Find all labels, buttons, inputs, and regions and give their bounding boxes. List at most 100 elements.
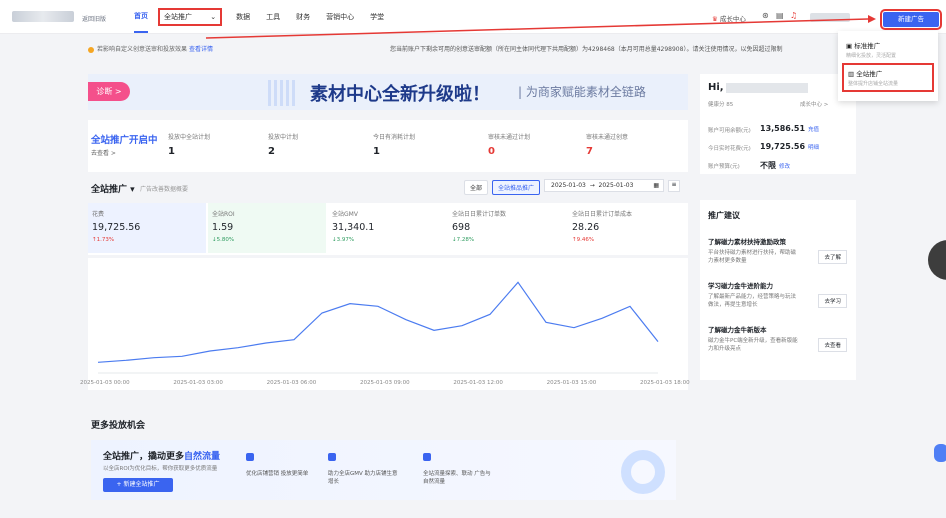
promo-subtitle: 以全店ROI为优化目标，帮你获取更多优质流量: [103, 466, 218, 472]
stat-item[interactable]: 审核未通过创意 7: [586, 132, 628, 157]
stat-value: 2: [268, 146, 275, 157]
diagnose-button[interactable]: 诊断 >: [88, 82, 130, 101]
suggestion-title: 了解磁力素材扶持激励政策: [708, 238, 786, 246]
metric-label: 全站日日累计订单数: [452, 211, 507, 218]
x-tick-label: 2025-01-03 03:00: [173, 380, 223, 386]
stat-item[interactable]: 投放中计划 2: [268, 132, 298, 157]
detail-link[interactable]: 明细: [808, 145, 819, 151]
metric-card[interactable]: 全站日日累计订单数 698 ↓7.28%: [448, 203, 566, 253]
metrics-row: 花费 19,725.56 ↑1.73% 全站ROI 1.59 ↓5.80% 全站GMV 3…: [88, 203, 688, 255]
suggestion-item: 学习磁力金牛进阶能力了解最新产品能力，经营策略与玩法做法，再提生意增长 去学习: [708, 280, 853, 309]
metric-label: 花费: [92, 211, 105, 218]
date-to: 2025-01-03: [598, 182, 634, 189]
menu-label: 全站推广: [856, 70, 883, 78]
metric-value: 28.26: [572, 222, 600, 233]
suggestion-item: 了解磁力金牛新版本 磁力金牛PC端全新升级，查看新版能力和升级亮点 去查看: [708, 324, 853, 353]
metric-label: 全站ROI: [212, 211, 235, 218]
promo-title: 全站推广，撬动更多自然流量: [103, 449, 220, 462]
metric-label: 全站GMV: [332, 211, 358, 218]
banner-title: 素材中心全新升级啦！: [310, 84, 490, 105]
new-ad-dropdown: ▣ 标准推广 精细化投放，灵活配置 ▥ 全站推广 整体提升店铺全站流量: [838, 31, 938, 101]
more-opportunities-title: 更多投放机会: [91, 421, 146, 431]
section-subtitle: 广告改善数据概要: [140, 186, 189, 193]
status-title: 全站推广开启中: [91, 135, 158, 146]
account-card: Hi, 健康分 85 成长中心 > 账户可用余额(元) 13,586.51 充值 …: [700, 74, 856, 174]
filter-group: 全部 全站推品推广: [464, 180, 541, 195]
budget-label: 账户预算(元): [708, 164, 740, 170]
view-button[interactable]: 去查看: [818, 338, 847, 352]
heart-icon: [246, 453, 254, 461]
promo-banner[interactable]: 诊断 > 素材中心全新升级啦！ | 为商家赋能素材全链路: [88, 74, 688, 110]
line-chart: [97, 281, 659, 374]
x-tick-label: 2025-01-03 18:00: [640, 380, 690, 386]
recharge-link[interactable]: 充值: [808, 127, 819, 133]
menu-label: 标准推广: [854, 42, 881, 50]
stat-label: 审核未通过创意: [586, 134, 629, 141]
notice-detail-link[interactable]: 查看详情: [189, 46, 213, 53]
metric-value: 698: [452, 222, 471, 233]
stat-value: 1: [373, 146, 380, 157]
new-full-site-button[interactable]: + 新建全站推广: [103, 478, 173, 492]
stat-value: 1: [168, 146, 175, 157]
feature-item: 优化店铺营销 投放更简单: [246, 453, 316, 477]
notice-text: 若影响自定义创意送审和投放效果: [97, 46, 188, 53]
settings-icon[interactable]: ≡: [668, 180, 680, 192]
date-range-picker[interactable]: 2025-01-03 → 2025-01-03 ▦: [544, 179, 664, 192]
menu-item-full-site[interactable]: ▥ 全站推广 整体提升店铺全站流量: [842, 63, 934, 92]
stat-item[interactable]: 审核未通过计划 0: [488, 132, 530, 157]
flow-icon: [423, 453, 431, 461]
menu-desc: 精细化投放，灵活配置: [846, 53, 897, 59]
metric-card[interactable]: 花费 19,725.56 ↑1.73%: [88, 203, 206, 253]
floating-button[interactable]: [928, 240, 946, 280]
budget-value: 不限 修改: [760, 160, 790, 171]
banner-chart-icon: [268, 80, 298, 106]
stat-item[interactable]: 投放中全站计划 1: [168, 132, 210, 157]
calendar-icon: ▦: [653, 182, 659, 189]
section-title[interactable]: 全站推广 ▾: [91, 182, 135, 195]
balance-value: 13,586.51 充值: [760, 124, 819, 133]
suggestions-title: 推广建议: [708, 211, 740, 220]
filter-all[interactable]: 全部: [464, 180, 489, 195]
stat-label: 今日有消耗计划: [373, 134, 416, 141]
edit-budget-link[interactable]: 修改: [779, 164, 790, 170]
metric-value: 31,340.1: [332, 222, 375, 233]
suggestions-card: 推广建议 了解磁力素材扶持激励政策 平台扶持磁力素材进行扶持，帮助磁力素材更多数量…: [700, 200, 856, 380]
stat-item[interactable]: 今日有消耗计划 1: [373, 132, 415, 157]
status-view-link[interactable]: 去查看 >: [91, 148, 116, 157]
spend-label: 今日实时花费(元): [708, 146, 751, 152]
stat-label: 投放中计划: [268, 134, 299, 141]
suggestion-item: 了解磁力素材扶持激励政策 平台扶持磁力素材进行扶持，帮助磁力素材更多数量 去了解: [708, 236, 853, 265]
metric-value: 19,725.56: [92, 222, 141, 233]
metric-card[interactable]: 全站日日累计订单成本 28.26 ↑9.46%: [568, 203, 686, 253]
x-tick-label: 2025-01-03 09:00: [360, 380, 410, 386]
x-tick-label: 2025-01-03 06:00: [266, 380, 317, 386]
metric-label: 全站日日累计订单成本: [572, 211, 633, 218]
promo-title-text: 全站推广，撬动更多: [103, 452, 185, 462]
balance-label: 账户可用余额(元): [708, 128, 751, 134]
metric-delta: ↓3.97%: [332, 237, 355, 243]
assistant-icon[interactable]: [934, 444, 946, 462]
stat-value: 7: [586, 146, 593, 157]
stat-label: 审核未通过计划: [488, 134, 531, 141]
menu-desc: 整体提升店铺全站流量: [848, 81, 899, 87]
stat-label: 投放中全站计划: [168, 134, 211, 141]
filter-full-site[interactable]: 全站推品推广: [492, 180, 541, 195]
menu-item-standard[interactable]: ▣ 标准推广 精细化投放，灵活配置: [842, 37, 934, 62]
learn-button[interactable]: 去了解: [818, 250, 847, 264]
promo-highlight: 自然流量: [184, 452, 221, 462]
growth-center-link[interactable]: 成长中心 >: [800, 100, 828, 108]
suggestion-desc: 了解最新产品能力，经营策略与玩法做法，再提生意增长: [708, 294, 797, 308]
trend-chart: [88, 258, 688, 390]
study-button[interactable]: 去学习: [818, 294, 847, 308]
banner-subtitle: | 为商家赋能素材全链路: [518, 85, 646, 99]
spend-value: 19,725.56 明细: [760, 142, 819, 151]
full-site-promo-card: 全站推广，撬动更多自然流量 以全店ROI为优化目标，帮你获取更多优质流量 + 新…: [91, 440, 676, 500]
suggestion-title: 学习磁力金牛进阶能力: [708, 282, 773, 290]
series-line: [97, 281, 659, 363]
spend-amount: 19,725.56: [760, 142, 806, 151]
metric-value: 1.59: [212, 222, 234, 233]
metric-card[interactable]: 全站ROI 1.59 ↓5.80%: [208, 203, 326, 253]
greeting: Hi,: [708, 82, 724, 93]
metric-card[interactable]: 全站GMV 31,340.1 ↓3.97%: [328, 203, 446, 253]
metric-delta: ↑9.46%: [572, 237, 595, 243]
